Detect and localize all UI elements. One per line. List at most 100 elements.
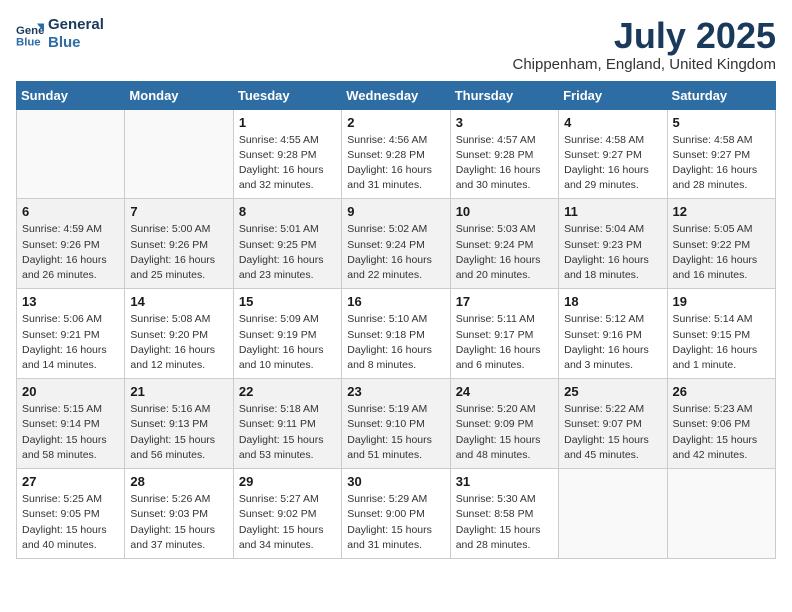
day-number: 24 bbox=[456, 384, 553, 399]
day-number: 15 bbox=[239, 294, 336, 309]
day-number: 10 bbox=[456, 204, 553, 219]
day-info: Sunrise: 4:57 AM Sunset: 9:28 PM Dayligh… bbox=[456, 133, 553, 194]
calendar-day-cell: 29 Sunrise: 5:27 AM Sunset: 9:02 PM Dayli… bbox=[233, 469, 341, 559]
day-number: 19 bbox=[673, 294, 770, 309]
day-number: 25 bbox=[564, 384, 661, 399]
calendar-day-cell: 21 Sunrise: 5:16 AM Sunset: 9:13 PM Dayli… bbox=[125, 379, 233, 469]
day-number: 20 bbox=[22, 384, 119, 399]
day-number: 29 bbox=[239, 474, 336, 489]
svg-text:Blue: Blue bbox=[16, 36, 41, 48]
day-number: 27 bbox=[22, 474, 119, 489]
calendar-day-cell bbox=[667, 469, 775, 559]
day-number: 7 bbox=[130, 204, 227, 219]
calendar-day-cell: 13 Sunrise: 5:06 AM Sunset: 9:21 PM Dayli… bbox=[17, 289, 125, 379]
calendar-day-cell bbox=[125, 109, 233, 199]
day-number: 30 bbox=[347, 474, 444, 489]
page-header: General Blue General Blue July 2025 Chip… bbox=[16, 16, 776, 73]
calendar-day-cell: 24 Sunrise: 5:20 AM Sunset: 9:09 PM Dayli… bbox=[450, 379, 558, 469]
calendar-day-cell: 7 Sunrise: 5:00 AM Sunset: 9:26 PM Daylig… bbox=[125, 199, 233, 289]
day-number: 31 bbox=[456, 474, 553, 489]
day-info: Sunrise: 5:23 AM Sunset: 9:06 PM Dayligh… bbox=[673, 402, 770, 463]
day-number: 2 bbox=[347, 115, 444, 130]
calendar-day-cell: 4Sunrise: 4:58 AM Sunset: 9:27 PM Daylig… bbox=[559, 109, 667, 199]
day-number: 16 bbox=[347, 294, 444, 309]
day-number: 9 bbox=[347, 204, 444, 219]
day-info: Sunrise: 5:15 AM Sunset: 9:14 PM Dayligh… bbox=[22, 402, 119, 463]
day-info: Sunrise: 5:18 AM Sunset: 9:11 PM Dayligh… bbox=[239, 402, 336, 463]
calendar-day-cell: 28Sunrise: 5:26 AM Sunset: 9:03 PM Dayli… bbox=[125, 469, 233, 559]
day-number: 22 bbox=[239, 384, 336, 399]
day-info: Sunrise: 5:22 AM Sunset: 9:07 PM Dayligh… bbox=[564, 402, 661, 463]
calendar-day-cell: 30 Sunrise: 5:29 AM Sunset: 9:00 PM Dayli… bbox=[342, 469, 450, 559]
calendar-week-row: 27 Sunrise: 5:25 AM Sunset: 9:05 PM Dayli… bbox=[17, 469, 776, 559]
calendar-day-cell: 18Sunrise: 5:12 AM Sunset: 9:16 PM Dayli… bbox=[559, 289, 667, 379]
day-info: Sunrise: 5:06 AM Sunset: 9:21 PM Dayligh… bbox=[22, 312, 119, 373]
day-number: 1 bbox=[239, 115, 336, 130]
weekday-header: Sunday bbox=[17, 81, 125, 109]
weekday-header: Saturday bbox=[667, 81, 775, 109]
logo-text-line1: General bbox=[48, 16, 104, 34]
day-info: Sunrise: 5:03 AM Sunset: 9:24 PM Dayligh… bbox=[456, 222, 553, 283]
weekday-header: Tuesday bbox=[233, 81, 341, 109]
month-year: July 2025 bbox=[512, 16, 776, 56]
day-number: 6 bbox=[22, 204, 119, 219]
day-number: 14 bbox=[130, 294, 227, 309]
day-info: Sunrise: 5:02 AM Sunset: 9:24 PM Dayligh… bbox=[347, 222, 444, 283]
day-info: Sunrise: 5:27 AM Sunset: 9:02 PM Dayligh… bbox=[239, 492, 336, 553]
day-info: Sunrise: 5:04 AM Sunset: 9:23 PM Dayligh… bbox=[564, 222, 661, 283]
calendar-day-cell: 26 Sunrise: 5:23 AM Sunset: 9:06 PM Dayli… bbox=[667, 379, 775, 469]
calendar-table: SundayMondayTuesdayWednesdayThursdayFrid… bbox=[16, 81, 776, 559]
calendar-day-cell bbox=[559, 469, 667, 559]
day-info: Sunrise: 5:00 AM Sunset: 9:26 PM Dayligh… bbox=[130, 222, 227, 283]
day-number: 8 bbox=[239, 204, 336, 219]
weekday-header: Thursday bbox=[450, 81, 558, 109]
day-number: 13 bbox=[22, 294, 119, 309]
day-info: Sunrise: 5:20 AM Sunset: 9:09 PM Dayligh… bbox=[456, 402, 553, 463]
calendar-day-cell: 10 Sunrise: 5:03 AM Sunset: 9:24 PM Dayli… bbox=[450, 199, 558, 289]
day-info: Sunrise: 5:16 AM Sunset: 9:13 PM Dayligh… bbox=[130, 402, 227, 463]
day-number: 26 bbox=[673, 384, 770, 399]
weekday-header: Monday bbox=[125, 81, 233, 109]
day-number: 28 bbox=[130, 474, 227, 489]
day-info: Sunrise: 5:25 AM Sunset: 9:05 PM Dayligh… bbox=[22, 492, 119, 553]
day-info: Sunrise: 5:05 AM Sunset: 9:22 PM Dayligh… bbox=[673, 222, 770, 283]
weekday-header: Wednesday bbox=[342, 81, 450, 109]
day-info: Sunrise: 5:19 AM Sunset: 9:10 PM Dayligh… bbox=[347, 402, 444, 463]
day-info: Sunrise: 4:58 AM Sunset: 9:27 PM Dayligh… bbox=[564, 133, 661, 194]
day-number: 12 bbox=[673, 204, 770, 219]
day-info: Sunrise: 5:30 AM Sunset: 8:58 PM Dayligh… bbox=[456, 492, 553, 553]
weekday-header: Friday bbox=[559, 81, 667, 109]
calendar-week-row: 1 Sunrise: 4:55 AM Sunset: 9:28 PM Daylig… bbox=[17, 109, 776, 199]
calendar-day-cell: 16Sunrise: 5:10 AM Sunset: 9:18 PM Dayli… bbox=[342, 289, 450, 379]
day-info: Sunrise: 4:59 AM Sunset: 9:26 PM Dayligh… bbox=[22, 222, 119, 283]
calendar-day-cell: 27 Sunrise: 5:25 AM Sunset: 9:05 PM Dayli… bbox=[17, 469, 125, 559]
calendar-day-cell: 20 Sunrise: 5:15 AM Sunset: 9:14 PM Dayli… bbox=[17, 379, 125, 469]
calendar-week-row: 6 Sunrise: 4:59 AM Sunset: 9:26 PM Daylig… bbox=[17, 199, 776, 289]
calendar-day-cell: 2Sunrise: 4:56 AM Sunset: 9:28 PM Daylig… bbox=[342, 109, 450, 199]
day-number: 17 bbox=[456, 294, 553, 309]
day-info: Sunrise: 4:58 AM Sunset: 9:27 PM Dayligh… bbox=[673, 133, 770, 194]
calendar-day-cell: 31 Sunrise: 5:30 AM Sunset: 8:58 PM Dayli… bbox=[450, 469, 558, 559]
day-number: 21 bbox=[130, 384, 227, 399]
logo: General Blue General Blue bbox=[16, 16, 104, 52]
day-info: Sunrise: 5:09 AM Sunset: 9:19 PM Dayligh… bbox=[239, 312, 336, 373]
calendar-day-cell: 8Sunrise: 5:01 AM Sunset: 9:25 PM Daylig… bbox=[233, 199, 341, 289]
calendar-day-cell: 5 Sunrise: 4:58 AM Sunset: 9:27 PM Daylig… bbox=[667, 109, 775, 199]
calendar-day-cell: 22 Sunrise: 5:18 AM Sunset: 9:11 PM Dayli… bbox=[233, 379, 341, 469]
calendar-day-cell: 9 Sunrise: 5:02 AM Sunset: 9:24 PM Daylig… bbox=[342, 199, 450, 289]
calendar-day-cell: 3 Sunrise: 4:57 AM Sunset: 9:28 PM Daylig… bbox=[450, 109, 558, 199]
calendar-week-row: 20 Sunrise: 5:15 AM Sunset: 9:14 PM Dayli… bbox=[17, 379, 776, 469]
calendar-day-cell: 14 Sunrise: 5:08 AM Sunset: 9:20 PM Dayli… bbox=[125, 289, 233, 379]
day-info: Sunrise: 4:55 AM Sunset: 9:28 PM Dayligh… bbox=[239, 133, 336, 194]
day-info: Sunrise: 5:08 AM Sunset: 9:20 PM Dayligh… bbox=[130, 312, 227, 373]
day-info: Sunrise: 5:29 AM Sunset: 9:00 PM Dayligh… bbox=[347, 492, 444, 553]
logo-text-line2: Blue bbox=[48, 34, 104, 52]
day-number: 5 bbox=[673, 115, 770, 130]
day-number: 3 bbox=[456, 115, 553, 130]
day-info: Sunrise: 5:14 AM Sunset: 9:15 PM Dayligh… bbox=[673, 312, 770, 373]
calendar-header-row: SundayMondayTuesdayWednesdayThursdayFrid… bbox=[17, 81, 776, 109]
calendar-day-cell: 15 Sunrise: 5:09 AM Sunset: 9:19 PM Dayli… bbox=[233, 289, 341, 379]
calendar-day-cell: 11Sunrise: 5:04 AM Sunset: 9:23 PM Dayli… bbox=[559, 199, 667, 289]
location: Chippenham, England, United Kingdom bbox=[512, 56, 776, 73]
day-info: Sunrise: 5:12 AM Sunset: 9:16 PM Dayligh… bbox=[564, 312, 661, 373]
